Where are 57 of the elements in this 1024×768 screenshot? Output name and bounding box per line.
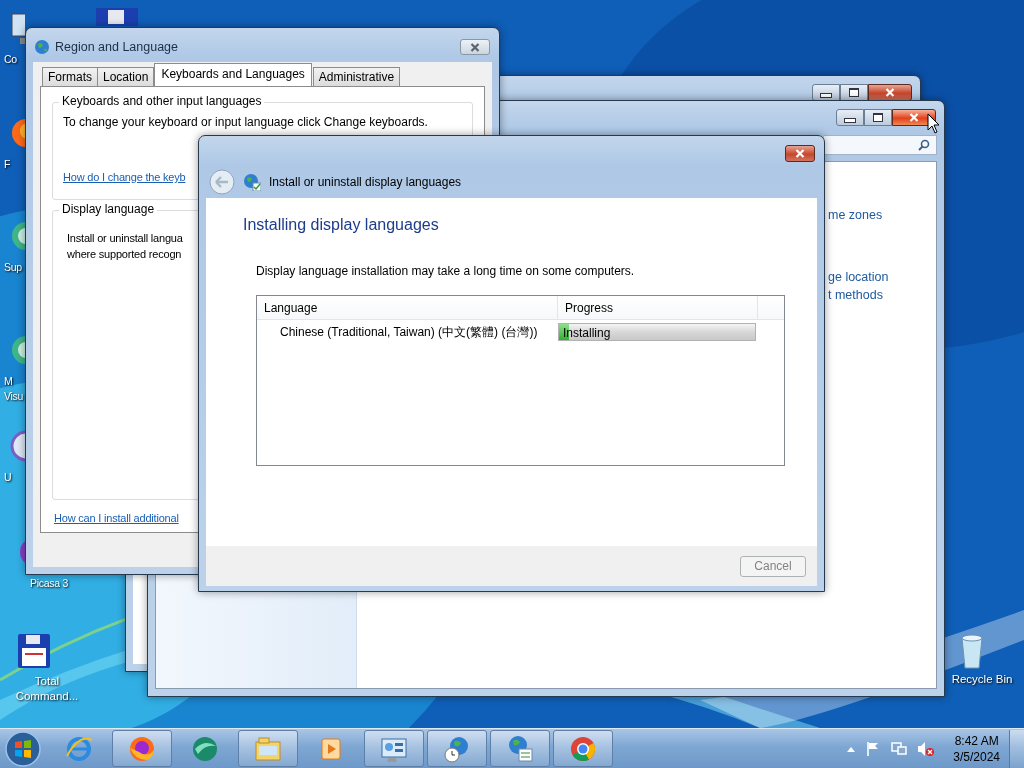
taskbar-button[interactable] [427,730,487,767]
close-button[interactable] [785,145,815,162]
network-icon[interactable] [890,740,909,757]
taskbar-button[interactable] [364,730,424,767]
instruction-text: To change your keyboard or input language click Change keyboards. [63,115,429,129]
dialog-title: Install or uninstall display languages [269,175,462,189]
globe-icon [243,173,261,191]
muted-speaker-icon[interactable] [917,740,936,757]
taskbar-button[interactable] [112,730,172,767]
icon-label: Picasa 3 [30,576,68,591]
link[interactable]: me zones [828,206,883,224]
progress-status: Installing [563,326,611,340]
search-field[interactable] [824,135,937,155]
minimize-button[interactable] [836,109,864,126]
close-icon [909,113,919,122]
back-button[interactable] [209,169,235,195]
close-icon [795,149,805,158]
instruction-text: Install or uninstall langua where supported recogn [67,231,184,262]
group-title: Display language [59,202,158,216]
icon-label: M Visu [4,374,24,404]
taskbar-button[interactable] [490,730,550,767]
cursor-icon [927,113,941,135]
description-text: Display language installation may take a long time on some computers. [256,264,636,278]
icon-label: U [4,470,12,485]
tab[interactable]: Location [97,67,155,86]
clock-date: 3/5/2024 [953,748,1000,765]
icon-label: F [4,157,11,172]
icon-label: Co [4,52,17,67]
window-icon [96,8,138,26]
link[interactable]: ge location [828,268,889,286]
column-header[interactable]: Language [257,296,558,319]
taskbar-button[interactable] [553,730,613,767]
clock[interactable]: 8:42 AM 3/5/2024 [953,732,1000,765]
page-heading: Installing display languages [243,216,440,234]
tab[interactable]: Administrative [312,67,401,86]
icon-label: Recycle Bin [951,672,1013,687]
globe-icon [34,39,50,55]
column-header[interactable]: Progress [558,296,758,319]
taskbar-button[interactable] [238,730,298,767]
search-icon [918,139,930,151]
icon-label: Total Command... [15,674,79,704]
icon-label: Sup [4,260,22,275]
close-button[interactable] [460,39,490,55]
help-link[interactable]: How can I install additional [54,512,179,524]
help-link[interactable]: How do I change the keyb [63,171,186,183]
close-button[interactable] [892,109,936,126]
link[interactable]: t methods [828,286,883,304]
language-cell-text: Chinese (Traditional, Taiwan) (中文(繁體) (台灣)) [279,323,539,341]
tab[interactable]: Formats [42,67,98,86]
show-desktop-button[interactable] [1009,729,1024,768]
group-title: Keyboards and other input languages [59,94,265,108]
window-title: Region and Language [55,40,179,54]
close-icon [885,88,895,97]
tab[interactable]: Keyboards and Languages [154,63,312,86]
clock-time: 8:42 AM [954,732,999,749]
close-icon [470,42,480,52]
maximize-button[interactable] [864,109,892,126]
